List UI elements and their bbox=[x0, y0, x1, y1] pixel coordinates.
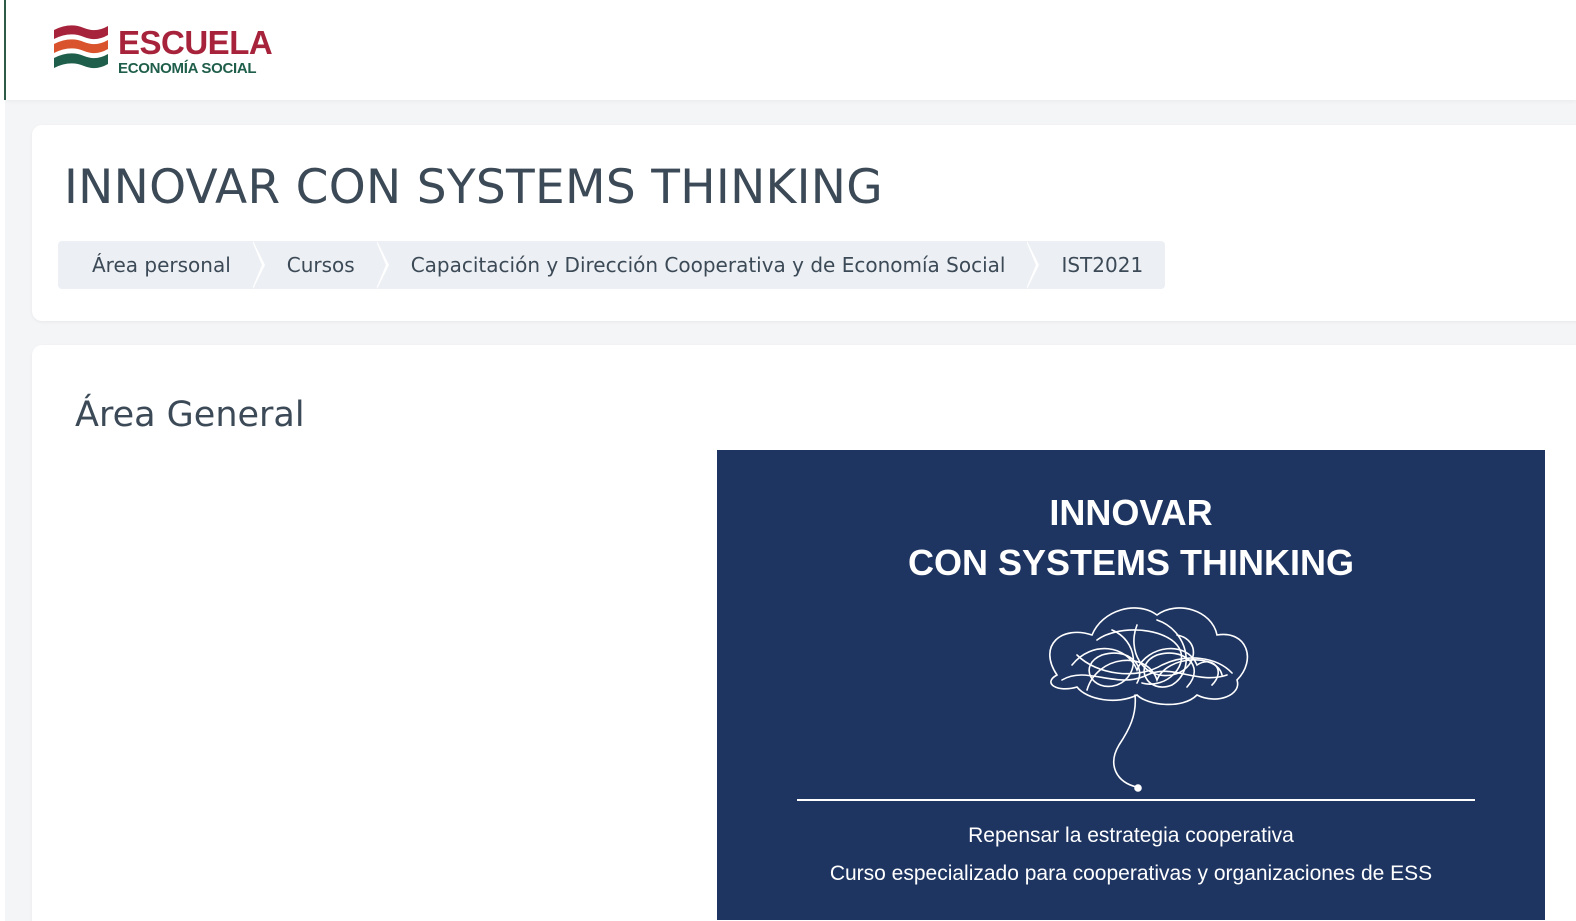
course-content-card: Área General INNOVAR CON SYSTEMS THINKIN… bbox=[32, 345, 1576, 921]
logo-escuela-text: ESCUELA bbox=[118, 24, 273, 61]
breadcrumb: Área personal Cursos Capacitación y Dire… bbox=[58, 241, 1166, 289]
banner-subtitle-line1: Repensar la estrategia cooperativa bbox=[968, 824, 1294, 847]
banner-subtitle-line2: Curso especializado para cooperativas y … bbox=[829, 862, 1433, 885]
tangled-tree-icon bbox=[797, 607, 1475, 801]
page-title: INNOVAR CON SYSTEMS THINKING bbox=[64, 160, 883, 215]
breadcrumb-item-category[interactable]: Capacitación y Dirección Cooperativa y d… bbox=[377, 241, 1040, 289]
site-logo[interactable]: ESCUELA ECONOMÍA SOCIAL bbox=[50, 20, 273, 82]
section-title: Área General bbox=[75, 395, 305, 435]
page-header-card: INNOVAR CON SYSTEMS THINKING Área person… bbox=[32, 125, 1576, 321]
banner-title-line1: INNOVAR bbox=[1049, 492, 1213, 533]
page: ESCUELA ECONOMÍA SOCIAL INNOVAR CON SYST… bbox=[0, 0, 1576, 921]
breadcrumb-item-area-personal[interactable]: Área personal bbox=[58, 241, 265, 289]
top-navbar: ESCUELA ECONOMÍA SOCIAL bbox=[6, 0, 1576, 100]
breadcrumb-item-course[interactable]: IST2021 bbox=[1027, 241, 1165, 289]
left-edge bbox=[0, 0, 5, 921]
banner-title-line2: CON SYSTEMS THINKING bbox=[907, 542, 1355, 583]
breadcrumb-item-cursos[interactable]: Cursos bbox=[253, 241, 389, 289]
escuela-flag-icon bbox=[54, 25, 108, 69]
course-banner-image: INNOVAR CON SYSTEMS THINKING Repensar la… bbox=[717, 450, 1545, 920]
logo-subtitle-text: ECONOMÍA SOCIAL bbox=[118, 60, 257, 77]
logo-text: ESCUELA ECONOMÍA SOCIAL bbox=[118, 24, 273, 77]
